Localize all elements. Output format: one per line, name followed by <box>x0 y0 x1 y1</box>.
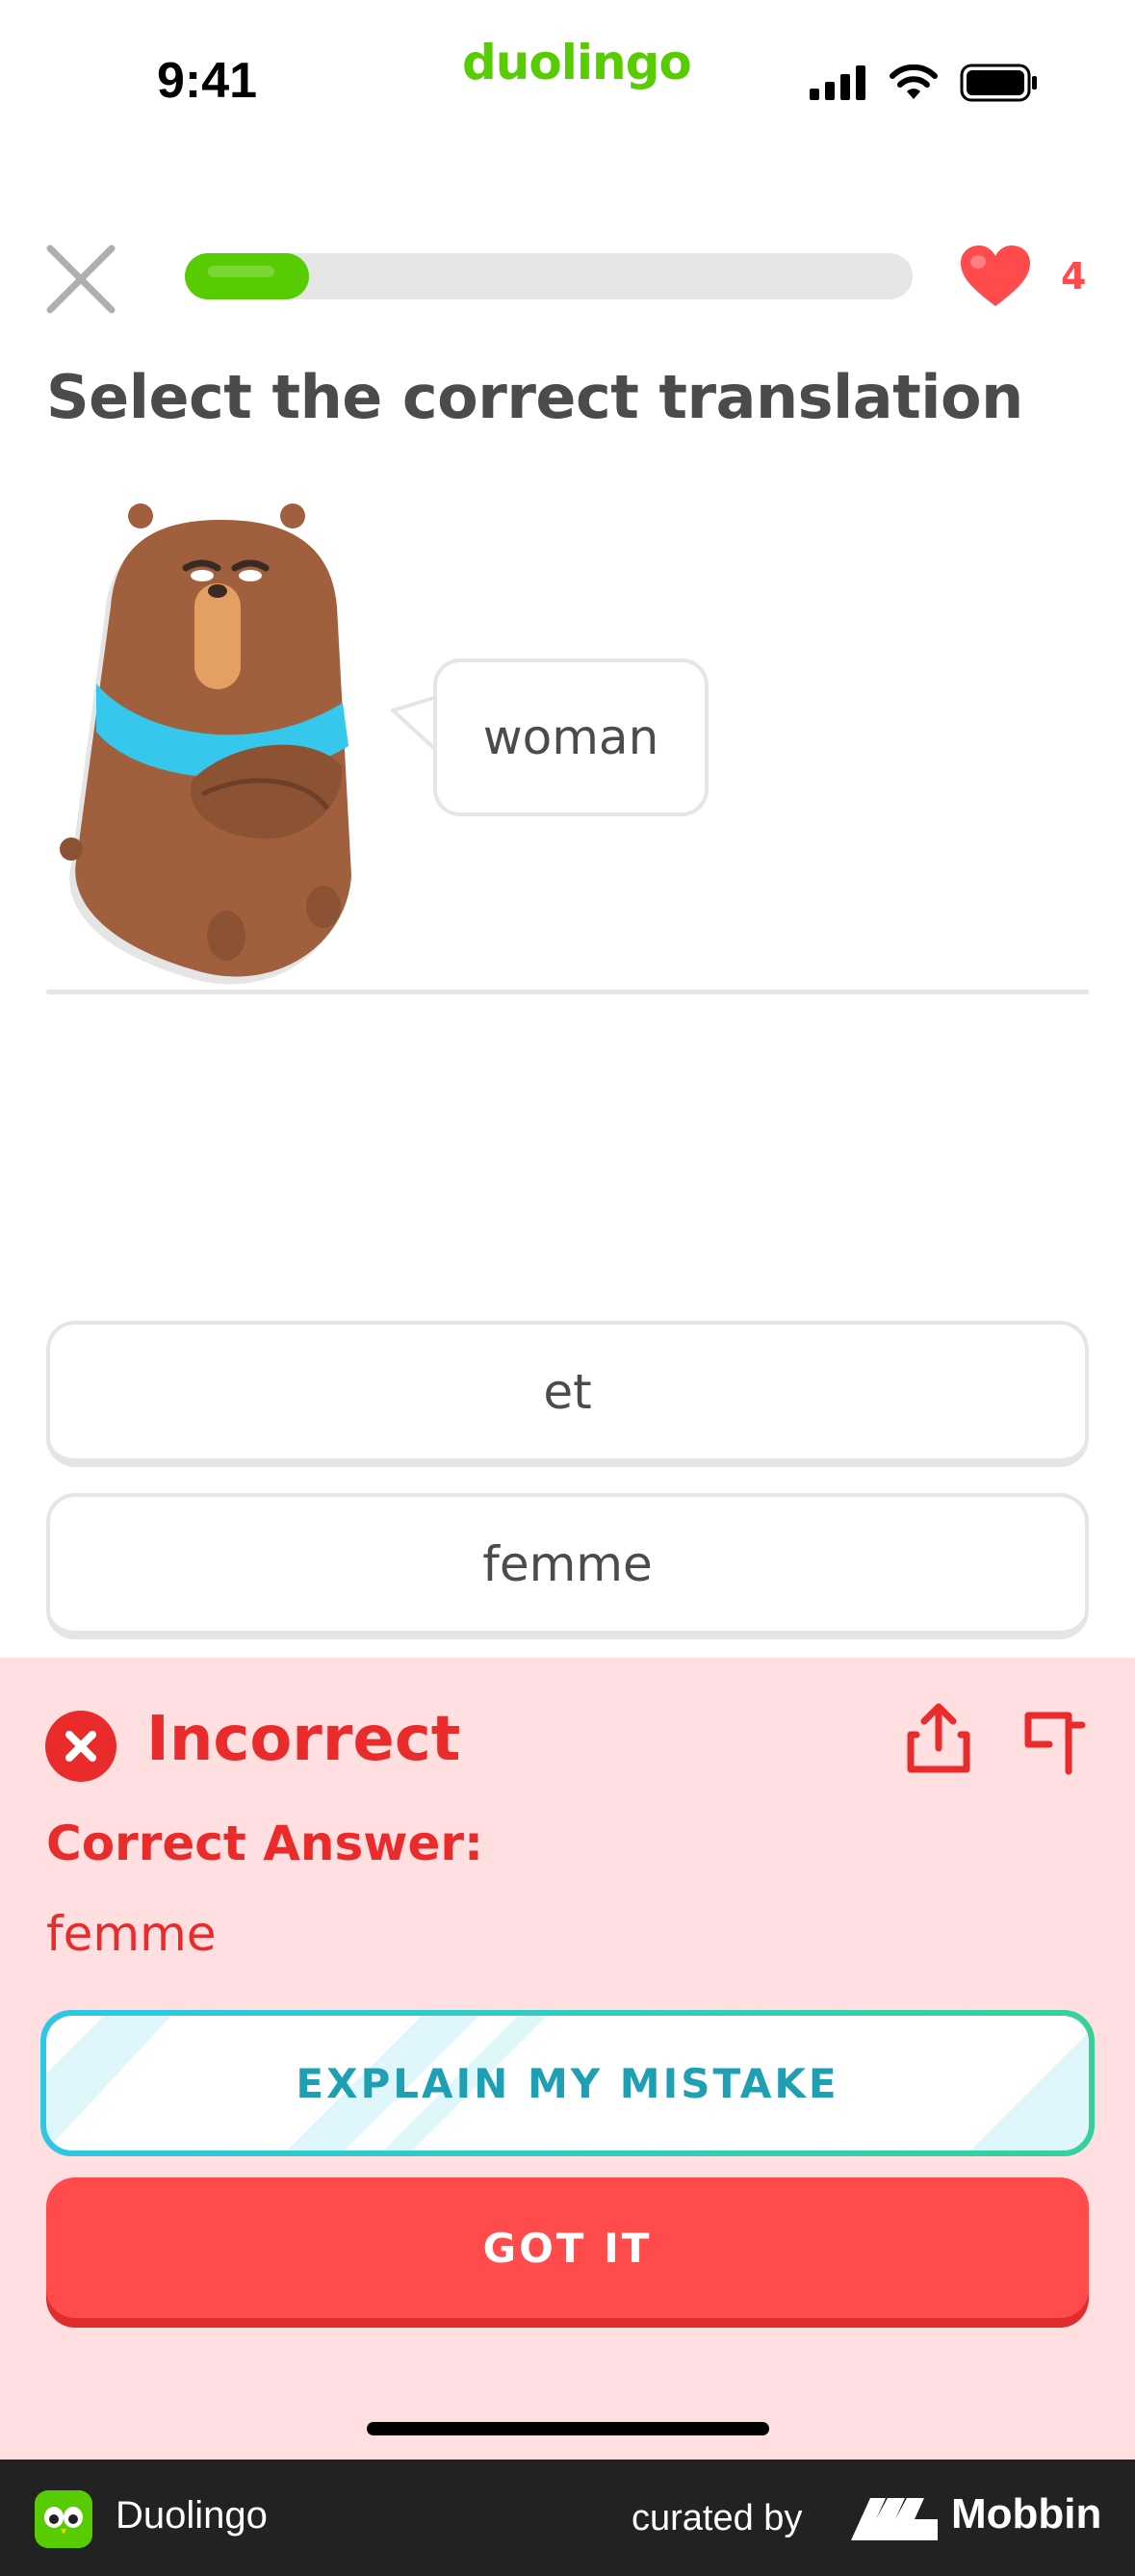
status-time: 9:41 <box>157 53 258 109</box>
attribution-footer: Duolingo curated by Mobbin <box>0 2460 1135 2576</box>
progress-fill <box>185 253 309 299</box>
share-icon[interactable] <box>905 1702 972 1775</box>
footer-curated-by: curated by <box>632 2498 803 2538</box>
got-it-label: GOT IT <box>482 2224 653 2272</box>
got-it-button[interactable]: GOT IT <box>46 2177 1089 2318</box>
lesson-progress-bar <box>185 253 913 299</box>
battery-icon <box>960 64 1037 102</box>
explain-my-mistake-button[interactable]: EXPLAIN MY MISTAKE <box>40 2010 1095 2156</box>
incorrect-feedback-panel: Incorrect Correct Answer: femme EXPLAIN … <box>0 1658 1135 2460</box>
signal-icon <box>810 65 865 100</box>
prompt-word: woman <box>482 709 659 765</box>
wifi-icon <box>890 64 938 99</box>
mobbin-logo-icon <box>851 2498 938 2540</box>
correct-answer-text: femme <box>46 1906 217 1962</box>
prompt-speech-bubble[interactable]: woman <box>433 658 709 816</box>
mobbin-brand: Mobbin <box>951 2490 1102 2537</box>
divider <box>46 990 1089 994</box>
answer-option[interactable]: et <box>46 1321 1089 1467</box>
heart-icon <box>961 245 1030 306</box>
progress-shine <box>208 266 274 277</box>
duolingo-logo: duolingo <box>462 35 692 90</box>
status-bar: 9:41 duolingo <box>0 0 1135 144</box>
explain-button-inner: EXPLAIN MY MISTAKE <box>46 2016 1089 2151</box>
answer-option-label: femme <box>482 1535 653 1592</box>
explain-button-label: EXPLAIN MY MISTAKE <box>296 2059 839 2107</box>
close-icon[interactable] <box>44 243 117 316</box>
duolingo-app-icon <box>35 2490 92 2548</box>
correct-answer-label: Correct Answer: <box>46 1816 484 1871</box>
exercise-instruction: Select the correct translation <box>46 362 1023 432</box>
hearts-count: 4 <box>1061 255 1087 297</box>
footer-app-name: Duolingo <box>116 2494 268 2537</box>
report-flag-icon[interactable] <box>1020 1706 1088 1775</box>
status-icons <box>810 64 1039 102</box>
feedback-title: Incorrect <box>146 1704 461 1775</box>
answer-option[interactable]: femme <box>46 1493 1089 1639</box>
incorrect-x-icon <box>45 1711 116 1782</box>
hearts-counter[interactable]: 4 <box>959 245 1086 308</box>
answer-option-label: et <box>543 1363 592 1420</box>
home-indicator[interactable] <box>367 2422 769 2435</box>
bear-character-illustration <box>60 503 352 985</box>
